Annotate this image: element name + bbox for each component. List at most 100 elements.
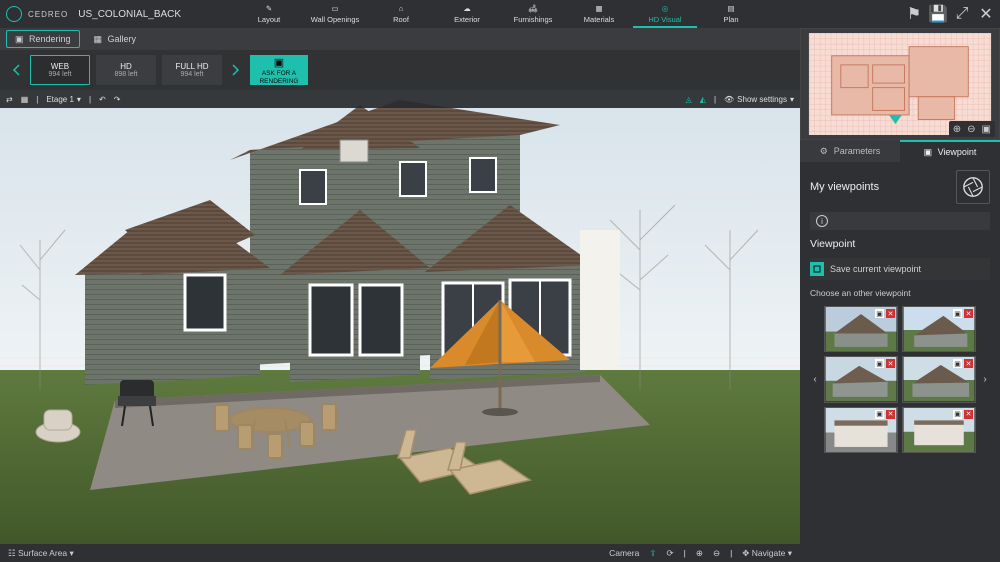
viewpoint-thumb-4[interactable]: ▣✕ (902, 356, 976, 402)
camera-person-button[interactable]: ⇪ (649, 548, 656, 559)
gallery-icon: ▦ (94, 34, 104, 44)
tab-label: Plan (723, 15, 738, 24)
redo-button[interactable]: ↷ (114, 95, 121, 104)
eye-icon: 👁 (724, 95, 734, 104)
bottom-bar: ☷ Surface Area ▾ Camera ⇪ ⟳ | ⊕ ⊖ | ✥ Na… (0, 544, 800, 562)
pencil-icon: ✎ (266, 2, 272, 14)
thumbs-next[interactable]: › (980, 374, 990, 385)
divider: | (684, 548, 686, 558)
scene-canvas (0, 90, 800, 544)
perspective-tool-b[interactable]: ◭ (700, 95, 706, 104)
viewport-toolbar: ⇄ ▦ | Etage 1 ▾ | ↶ ↷ ◬ ◭ | 👁 Show setti… (0, 90, 800, 108)
floorplan-minimap[interactable]: ⊕ ⊖ ▣ (800, 28, 1000, 140)
save-viewpoint-button[interactable]: Save current viewpoint (810, 258, 990, 280)
capture-viewpoint-button[interactable] (956, 170, 990, 204)
thumb-delete-icon[interactable]: ✕ (964, 309, 973, 318)
save-icon[interactable]: 💾 (930, 6, 946, 22)
minimap-center[interactable]: ▣ (982, 124, 991, 135)
render-option-hd[interactable]: HD 898 left (96, 55, 156, 85)
perspective-tool-a[interactable]: ◬ (686, 95, 692, 104)
show-settings-button[interactable]: 👁 Show settings ▾ (724, 95, 794, 104)
gear-icon: ⚙ (820, 146, 830, 156)
save-label: Save current viewpoint (830, 264, 921, 274)
viewpoint-thumb-6[interactable]: ▣✕ (902, 407, 976, 453)
thumb-delete-icon[interactable]: ✕ (886, 359, 895, 368)
camera-orbit-button[interactable]: ⟳ (666, 548, 673, 559)
tab-materials[interactable]: ▦ Materials (567, 0, 631, 28)
thumb-delete-icon[interactable]: ✕ (886, 309, 895, 318)
viewpoint-thumbnails: ‹ ▣✕ ▣✕ ▣✕ ▣✕ (810, 306, 990, 453)
tab-layout[interactable]: ✎ Layout (237, 0, 301, 28)
close-icon[interactable]: ✕ (978, 6, 994, 22)
render-options-row: WEB 994 left HD 898 left FULL HD 994 lef… (0, 50, 800, 90)
notifications-icon[interactable]: ⚑ (906, 6, 922, 22)
tab-roof[interactable]: ⌂ Roof (369, 0, 433, 28)
main-tabs: ✎ Layout ▭ Wall Openings ⌂ Roof ☁ Exteri… (200, 0, 800, 28)
tab-label: Roof (393, 15, 409, 24)
render-option-fullhd[interactable]: FULL HD 994 left (162, 55, 222, 85)
render-icon: ▣ (15, 34, 25, 44)
roof-icon: ⌂ (399, 2, 404, 14)
thumb-delete-icon[interactable]: ✕ (886, 410, 895, 419)
subtab-gallery[interactable]: ▦ Gallery (86, 31, 145, 47)
sofa-icon: 🛋 (528, 2, 538, 14)
viewpoint-header: My viewpoints (810, 170, 990, 204)
camera-icon: ▣ (274, 56, 284, 69)
thumb-type-icon: ▣ (953, 359, 962, 368)
section-heading: Viewpoint (810, 238, 990, 250)
tab-hd-visual[interactable]: ◎ HD Visual (633, 0, 697, 28)
tab-exterior[interactable]: ☁ Exterior (435, 0, 499, 28)
ask-rendering-button[interactable]: ▣ ASK FOR A RENDERING (250, 55, 308, 85)
save-icon (810, 262, 824, 276)
info-bar[interactable]: i (810, 212, 990, 230)
panel-tab-parameters[interactable]: ⚙ Parameters (800, 140, 900, 162)
viewpoint-icon: ▣ (924, 147, 934, 157)
tab-label: HD Visual (648, 15, 681, 24)
viewpoint-thumb-1[interactable]: ▣✕ (824, 306, 898, 352)
subtab-rendering[interactable]: ▣ Rendering (6, 30, 80, 48)
prev-arrow[interactable] (8, 55, 24, 85)
chevron-down-icon: ▾ (788, 548, 792, 558)
viewpoint-thumb-2[interactable]: ▣✕ (902, 306, 976, 352)
floor-selector[interactable]: Etage 1 ▾ (46, 95, 81, 104)
grid-toggle-button[interactable]: ▦ (21, 95, 29, 104)
viewpoint-thumb-3[interactable]: ▣✕ (824, 356, 898, 402)
panel-tab-viewpoint[interactable]: ▣ Viewpoint (900, 140, 1000, 162)
viewpoint-thumb-5[interactable]: ▣✕ (824, 407, 898, 453)
zoom-out-button[interactable]: ⊖ (713, 548, 720, 559)
thumb-type-icon: ▣ (875, 309, 884, 318)
tab-plan[interactable]: ▤ Plan (699, 0, 763, 28)
tab-furnishings[interactable]: 🛋 Furnishings (501, 0, 565, 28)
divider: | (36, 95, 38, 104)
divider: | (730, 548, 732, 558)
chevron-down-icon: ▾ (70, 548, 74, 558)
panel-tabs: ⚙ Parameters ▣ Viewpoint (800, 140, 1000, 162)
fullscreen-icon[interactable]: ⤢ (954, 6, 970, 22)
undo-button[interactable]: ↶ (99, 95, 106, 104)
thumb-delete-icon[interactable]: ✕ (964, 410, 973, 419)
app-logo-icon (6, 6, 22, 22)
thumbs-prev[interactable]: ‹ (810, 374, 820, 385)
tab-label: Layout (258, 15, 281, 24)
minimap-zoom-out[interactable]: ⊖ (967, 124, 975, 135)
tab-wall-openings[interactable]: ▭ Wall Openings (303, 0, 367, 28)
compass-icon: ✥ (742, 548, 749, 558)
aperture-icon: ◎ (662, 2, 669, 14)
chevron-down-icon: ▾ (790, 95, 794, 104)
brand-label: CEDREO (28, 10, 68, 19)
surface-area-button[interactable]: ☷ Surface Area ▾ (8, 548, 74, 559)
shuffle-button[interactable]: ⇄ (6, 95, 13, 104)
render-option-web[interactable]: WEB 994 left (30, 55, 90, 85)
minimap-zoom-in[interactable]: ⊕ (953, 124, 961, 135)
zoom-in-button[interactable]: ⊕ (696, 548, 703, 559)
thumb-delete-icon[interactable]: ✕ (964, 359, 973, 368)
viewport-3d[interactable]: ⇄ ▦ | Etage 1 ▾ | ↶ ↷ ◬ ◭ | 👁 Show setti… (0, 90, 800, 544)
surface-area-label: Surface Area (18, 548, 67, 558)
floor-label: Etage 1 (46, 95, 74, 104)
navigate-button[interactable]: ✥ Navigate ▾ (742, 548, 792, 559)
option-sub: 994 left (49, 71, 72, 78)
cloud-icon: ☁ (463, 2, 471, 14)
next-arrow[interactable] (228, 55, 244, 85)
aperture-icon (962, 176, 984, 198)
ruler-icon: ☷ (8, 548, 16, 558)
